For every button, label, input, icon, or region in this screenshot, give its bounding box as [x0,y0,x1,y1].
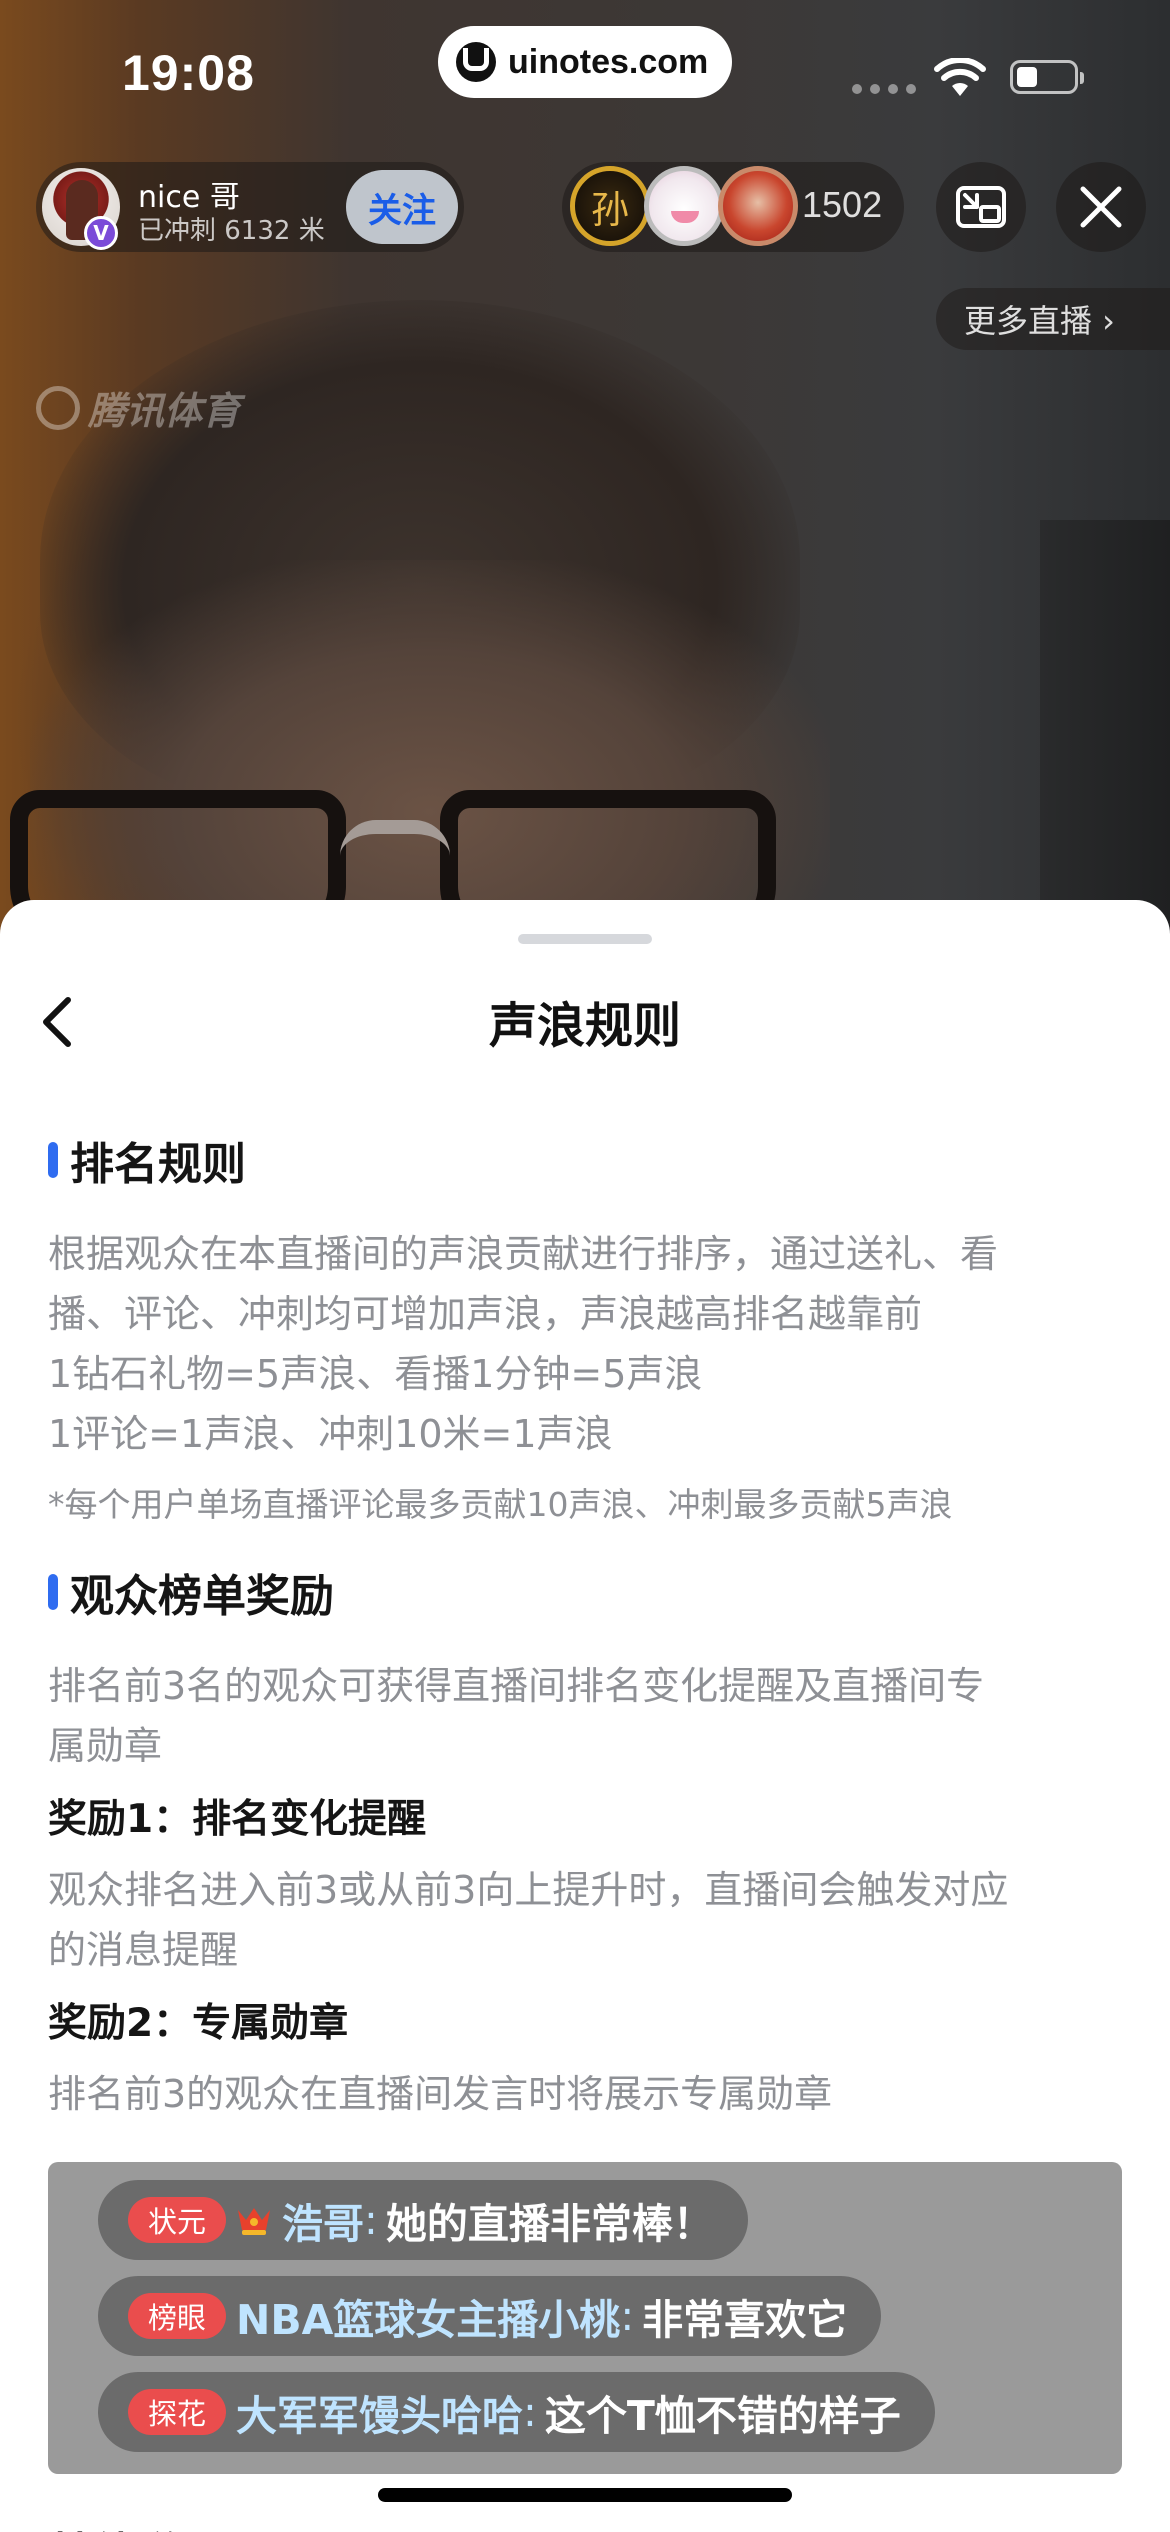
rank-badge: 探花 [128,2389,227,2435]
verified-badge-icon: V [84,216,118,250]
example-message: 探花 大军军馒头哈哈 : 这个T恤不错的样子 [98,2372,935,2452]
ranking-rules-heading-text: 排名规则 [70,1139,246,1190]
rewards-intro: 排名前3名的观众可获得直播间排名变化提醒及直播间专 属勋章 [48,1656,1128,1776]
reward1-title: 奖励1：排名变化提醒 [48,1797,427,1842]
crown-icon [238,2208,271,2235]
watermark-text: 腾讯体育 [88,389,241,433]
rewards-heading: 观众榜单奖励 [48,1560,1128,1624]
username-colon: : [523,2388,537,2436]
rule-line: 1评论=1声浪、冲刺10米=1声浪 [48,1412,613,1456]
example-message-text: 这个T恤不错的样子 [544,2392,901,2440]
example-message: 榜眼 NBA篮球女主播小桃 : 非常喜欢它 [98,2276,882,2356]
rule-line: 播、评论、冲刺均可增加声浪，声浪越高排名越靠前 [48,1292,923,1336]
status-time: 19:08 [122,45,255,101]
section-accent-bar [48,1142,58,1178]
viewer-avatar[interactable] [718,166,798,246]
viewer-avatar[interactable] [644,166,724,246]
follow-button[interactable]: 关注 [346,170,458,244]
tencent-sports-watermark: 腾讯体育 [36,380,240,435]
close-icon [1080,186,1122,228]
video-background-door [1040,520,1170,960]
rewards-heading-text: 观众榜单奖励 [70,1571,334,1622]
example-message: 状元 浩哥 : 她的直播非常棒！ [98,2180,748,2260]
example-username: NBA篮球女主播小桃 [236,2296,621,2344]
ranking-rules-note: *每个用户单场直播评论最多贡献10声浪、冲刺最多贡献5声浪 [48,1485,953,1524]
cellular-signal-icon [852,84,916,94]
viewers-chip[interactable]: 孙 1502 [562,162,904,252]
reward1-line: 的消息提醒 [48,1928,239,1972]
sheet-title: 声浪规则 [488,998,681,1054]
rule-line: 根据观众在本直播间的声浪贡献进行排序，通过送礼、看 [48,1232,999,1276]
example-message-text: 她的直播非常棒！ [385,2200,714,2248]
rule-line: 1钻石礼物=5声浪、看播1分钟=5声浪 [48,1352,703,1396]
example-username: 大军军馒头哈哈 [236,2392,524,2440]
example-username: 浩哥 [282,2200,365,2248]
battery-icon [1010,60,1084,94]
section-accent-bar [48,1574,58,1610]
other-notes-heading: 其他说明 [48,2518,224,2532]
username-colon: : [364,2196,378,2244]
viewer-avatar[interactable]: 孙 [570,166,650,246]
more-live-button[interactable]: 更多直播 › [936,288,1170,350]
ranking-rules-section: 排名规则 根据观众在本直播间的声浪贡献进行排序，通过送礼、看 播、评论、冲刺均可… [48,1128,1128,1526]
sheet-grabber[interactable] [518,934,652,944]
rewards-intro-line: 属勋章 [48,1724,163,1768]
live-video [0,0,1170,980]
reward1-line: 观众排名进入前3或从前3向上提升时，直播间会触发对应 [48,1868,1009,1912]
rewards-section: 观众榜单奖励 排名前3名的观众可获得直播间排名变化提醒及直播间专 属勋章 奖励1… [48,1560,1128,2124]
example-message-text: 非常喜欢它 [642,2296,848,2344]
rank-badge: 榜眼 [128,2293,227,2339]
reward2-title: 奖励2：专属勋章 [48,2001,349,2046]
home-indicator[interactable] [378,2488,792,2502]
badge-example-card: 状元 浩哥 : 她的直播非常棒！ 榜眼 NBA篮球女主播小桃 : 非常喜欢它 探… [48,2162,1122,2474]
tencent-sports-logo-icon [36,385,80,430]
rewards-intro-line: 排名前3名的观众可获得直播间排名变化提醒及直播间专 [48,1664,985,1708]
reward1-body: 观众排名进入前3或从前3向上提升时，直播间会触发对应 的消息提醒 [48,1860,1128,1980]
host-distance: 已冲刺 6132 米 [138,216,325,246]
viewer-count: 1502 [802,184,883,225]
ranking-rules-body: 根据观众在本直播间的声浪贡献进行排序，通过送礼、看 播、评论、冲刺均可增加声浪，… [48,1224,1128,1464]
rank-badge: 状元 [128,2197,227,2243]
url-pill: uinotes.com [438,26,732,98]
video-glasses-bridge [340,820,450,856]
pip-button[interactable] [936,162,1026,252]
rules-sheet: 声浪规则 排名规则 根据观众在本直播间的声浪贡献进行排序，通过送礼、看 播、评论… [0,900,1170,2532]
wifi-icon [934,58,986,96]
pip-icon [956,186,1006,228]
close-button[interactable] [1056,162,1146,252]
username-colon: : [620,2292,635,2340]
uinotes-logo-icon [456,42,496,82]
reward2-body: 排名前3的观众在直播间发言时将展示专属勋章 [48,2072,833,2116]
ranking-rules-heading: 排名规则 [48,1128,1128,1192]
url-text: uinotes.com [508,42,709,81]
